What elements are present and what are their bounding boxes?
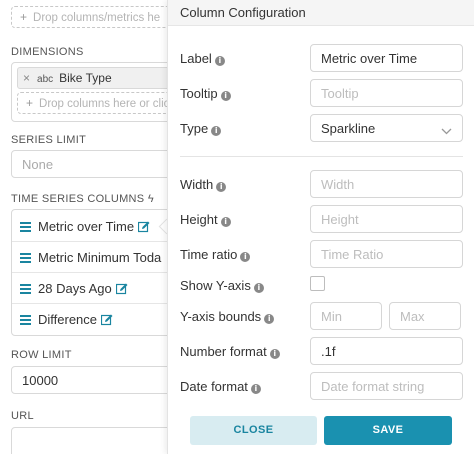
info-icon[interactable]: i bbox=[214, 56, 225, 66]
info-icon[interactable]: i bbox=[269, 349, 280, 359]
tooltip-text: Tooltip bbox=[180, 86, 218, 101]
date-format-field-label: Date format i bbox=[180, 379, 261, 394]
info-icon[interactable]: i bbox=[220, 91, 231, 101]
popover-title: Column Configuration bbox=[180, 5, 306, 20]
info-icon[interactable]: i bbox=[264, 314, 275, 324]
edit-icon[interactable] bbox=[115, 283, 128, 298]
tooltip-input[interactable] bbox=[310, 79, 463, 107]
dimensions-drop-zone[interactable]: + Drop columns here or clic bbox=[17, 92, 168, 114]
drag-handle-icon[interactable] bbox=[20, 315, 31, 325]
time-series-item[interactable]: Difference bbox=[12, 304, 168, 335]
number-format-field-label: Number format i bbox=[180, 344, 280, 359]
plus-icon: + bbox=[26, 96, 34, 110]
info-icon[interactable]: i bbox=[250, 384, 261, 394]
height-text: Height bbox=[180, 212, 218, 227]
type-select[interactable]: Sparkline bbox=[310, 114, 463, 142]
time-ratio-text: Time ratio bbox=[180, 247, 238, 262]
info-icon[interactable]: i bbox=[240, 252, 251, 262]
time-series-columns-text: TIME SERIES COLUMNS bbox=[11, 193, 145, 205]
show-y-axis-checkbox[interactable] bbox=[310, 276, 325, 291]
column-configuration-popover: Column Configuration Labeli Tooltipi Typ… bbox=[167, 0, 474, 454]
series-limit-select[interactable]: None bbox=[11, 150, 168, 178]
metrics-drop-zone[interactable]: + Drop columns/metrics he bbox=[11, 6, 168, 28]
y-axis-bounds-text: Y-axis bounds bbox=[180, 309, 262, 324]
time-series-item-label: 28 Days Ago bbox=[38, 281, 112, 296]
time-series-item-label: Difference bbox=[38, 312, 98, 327]
info-icon[interactable]: i bbox=[211, 126, 222, 136]
time-series-item-label: Metric Minimum Toda bbox=[38, 250, 162, 265]
chevron-down-icon bbox=[441, 123, 452, 138]
popover-header: Column Configuration bbox=[168, 0, 474, 26]
show-y-axis-field-label: Show Y-axis i bbox=[180, 278, 264, 293]
label-input[interactable] bbox=[310, 44, 463, 72]
column-type-icon: abc bbox=[37, 74, 54, 85]
info-icon[interactable]: i bbox=[216, 182, 227, 192]
number-format-text: Number format bbox=[180, 344, 267, 359]
info-icon[interactable]: i bbox=[253, 283, 264, 293]
plus-icon: + bbox=[20, 10, 28, 24]
time-series-item-label: Metric over Time bbox=[38, 219, 135, 234]
controls-panel: + Drop columns/metrics he DIMENSIONS × abc… bbox=[0, 0, 168, 454]
width-field-label: Width i bbox=[180, 177, 227, 192]
y-axis-min-input[interactable] bbox=[310, 302, 382, 330]
dimension-tag[interactable]: × abc Bike Type bbox=[17, 67, 168, 89]
url-label: URL bbox=[11, 410, 34, 422]
info-icon[interactable]: i bbox=[220, 217, 231, 227]
width-text: Width bbox=[180, 177, 214, 192]
row-limit-select[interactable]: 10000 bbox=[11, 366, 168, 394]
drag-handle-icon[interactable] bbox=[20, 284, 31, 294]
y-axis-max-input[interactable] bbox=[389, 302, 461, 330]
series-limit-label: SERIES LIMIT bbox=[11, 134, 87, 146]
remove-icon[interactable]: × bbox=[23, 71, 30, 85]
edit-icon[interactable] bbox=[100, 314, 113, 329]
width-input[interactable] bbox=[310, 170, 463, 198]
type-text: Type bbox=[180, 121, 209, 136]
y-axis-bounds-field-label: Y-axis bounds i bbox=[180, 309, 275, 324]
height-input[interactable] bbox=[310, 205, 463, 233]
section-divider bbox=[180, 156, 463, 157]
tooltip-field-label: Tooltip i bbox=[180, 86, 231, 101]
time-series-columns-label: TIME SERIES COLUMNS ϟ bbox=[11, 193, 154, 205]
type-select-value: Sparkline bbox=[321, 121, 376, 136]
url-input[interactable] bbox=[11, 427, 168, 454]
dimension-tag-label: Bike Type bbox=[59, 71, 112, 85]
label-field-label: Label i bbox=[180, 51, 225, 66]
dimensions-label: DIMENSIONS bbox=[11, 46, 84, 58]
time-series-item[interactable]: 28 Days Ago bbox=[12, 273, 168, 304]
height-field-label: Height i bbox=[180, 212, 231, 227]
show-y-axis-text: Show Y-axis bbox=[180, 278, 251, 293]
metrics-drop-placeholder: Drop columns/metrics he bbox=[33, 12, 161, 24]
dimensions-drop-placeholder: Drop columns here or clic bbox=[39, 98, 168, 110]
save-button[interactable]: SAVE bbox=[324, 416, 452, 445]
time-ratio-input[interactable] bbox=[310, 240, 463, 268]
time-series-columns-list: Metric over Time Metric Minimum Toda 28 … bbox=[11, 209, 168, 336]
row-limit-label: ROW LIMIT bbox=[11, 349, 72, 361]
date-format-text: Date format bbox=[180, 379, 248, 394]
time-series-item[interactable]: Metric Minimum Toda bbox=[12, 242, 168, 273]
time-ratio-field-label: Time ratio i bbox=[180, 247, 251, 262]
close-button[interactable]: CLOSE bbox=[190, 416, 317, 445]
drag-handle-icon[interactable] bbox=[20, 222, 31, 232]
number-format-input[interactable] bbox=[310, 337, 463, 365]
lightning-icon: ϟ bbox=[147, 193, 154, 205]
drag-handle-icon[interactable] bbox=[20, 253, 31, 263]
time-series-item[interactable]: Metric over Time bbox=[12, 211, 168, 242]
label-text: Label bbox=[180, 51, 212, 66]
edit-icon[interactable] bbox=[137, 221, 150, 236]
date-format-input[interactable] bbox=[310, 372, 463, 400]
type-field-label: Type i bbox=[180, 121, 222, 136]
